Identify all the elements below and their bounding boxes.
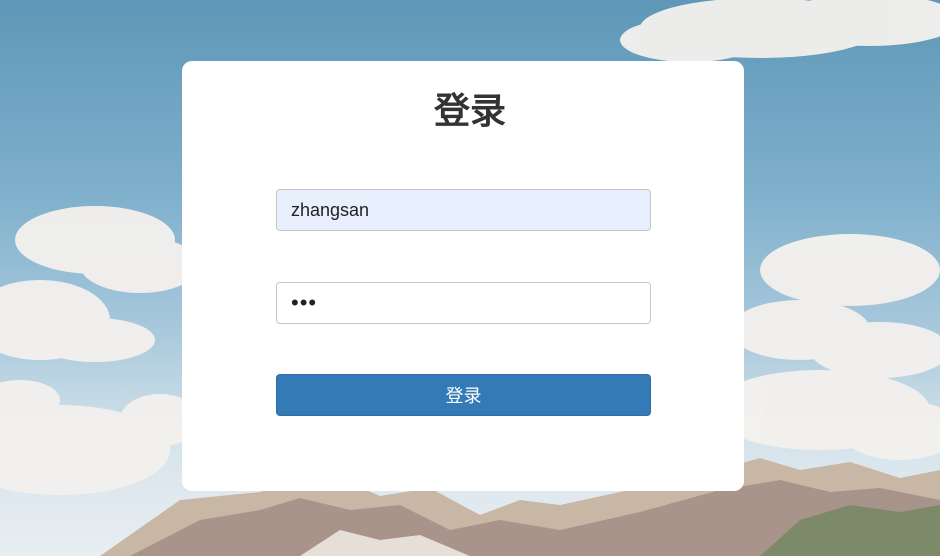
login-button[interactable]: 登录 xyxy=(276,374,651,416)
password-input[interactable] xyxy=(276,282,651,324)
username-input[interactable] xyxy=(276,189,651,231)
page-title: 登录 xyxy=(433,91,506,132)
